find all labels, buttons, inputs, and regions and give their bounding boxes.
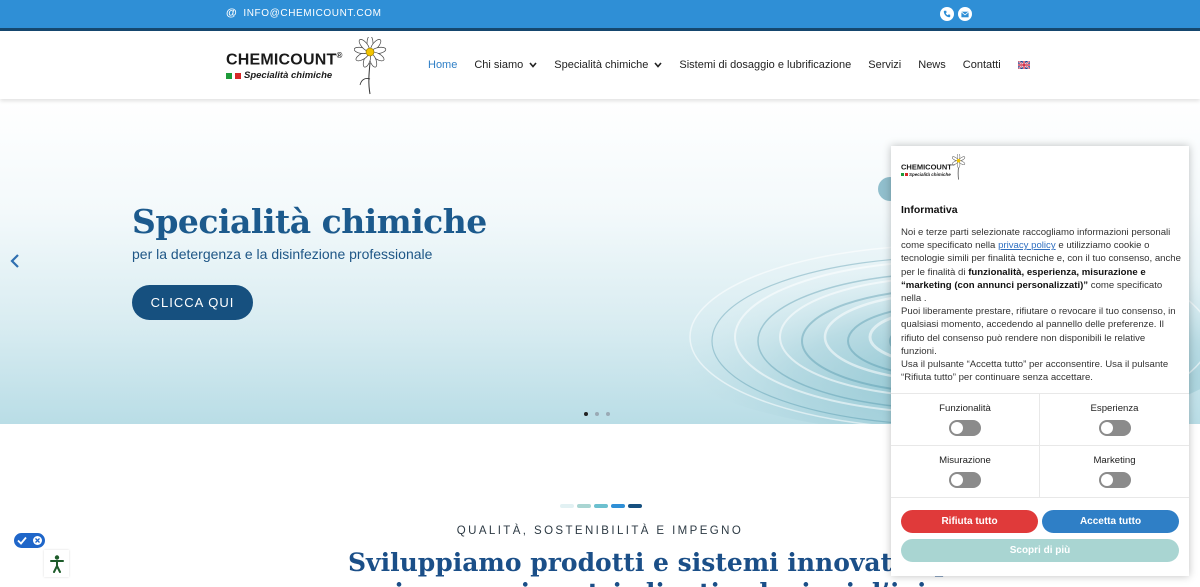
esperienza-switch[interactable] <box>1098 420 1131 436</box>
hero-cta-button[interactable]: CLICCA QUI <box>132 285 253 320</box>
contact-email[interactable]: INFO@CHEMICOUNT.COM <box>243 8 381 19</box>
privacy-policy-link[interactable]: privacy policy <box>998 240 1056 251</box>
flag-red-square <box>235 72 241 79</box>
cookie-heading: Informativa <box>901 204 958 216</box>
cookie-logo-name: CHEMICOUNT® <box>901 162 955 172</box>
pref-funzionalita: Funzionalità <box>891 394 1040 446</box>
nav-sistemi-dosaggio[interactable]: Sistemi di dosaggio e lubrificazione <box>679 59 851 71</box>
decor-bar <box>628 504 642 508</box>
nav-home[interactable]: Home <box>428 59 457 71</box>
pref-misurazione: Misurazione <box>891 446 1040 498</box>
contact-email-link[interactable]: @ INFO@CHEMICOUNT.COM <box>226 7 382 19</box>
uk-flag-icon[interactable] <box>1017 61 1030 69</box>
pref-esperienza: Esperienza <box>1040 394 1189 446</box>
top-bar: @ INFO@CHEMICOUNT.COM <box>0 0 1200 28</box>
flag-green-square <box>901 173 904 176</box>
learn-more-button[interactable]: Scopri di più <box>901 539 1179 562</box>
decorative-bars <box>560 504 642 508</box>
slider-prev-arrow[interactable] <box>9 253 21 274</box>
decor-bar <box>594 504 608 508</box>
slider-dot[interactable] <box>584 412 588 416</box>
nav-contatti[interactable]: Contatti <box>963 59 1001 71</box>
slider-pagination <box>584 412 610 416</box>
daisy-flower-icon <box>952 154 966 180</box>
daisy-flower-icon <box>354 37 387 95</box>
nav-chi-siamo[interactable]: Chi siamo <box>474 59 537 71</box>
accessibility-toggle[interactable] <box>14 533 45 548</box>
pref-marketing: Marketing <box>1040 446 1189 498</box>
cookie-text: Noi e terze parti selezionate raccogliam… <box>901 226 1183 384</box>
cookie-paragraph-3: Usa il pulsante “Accetta tutto” per acco… <box>901 359 1169 384</box>
check-icon <box>17 536 27 545</box>
accept-all-button[interactable]: Accetta tutto <box>1042 510 1179 533</box>
hero-subtitle: per la detergenza e la disinfezione prof… <box>132 246 433 262</box>
chevron-left-icon <box>10 254 19 268</box>
site-header: CHEMICOUNT® Specialità chimiche Home Chi… <box>0 31 1200 99</box>
logo-name: CHEMICOUNT® <box>226 51 343 69</box>
section-title-line2: assicurare ai nostri clienti soluzioni d… <box>350 578 977 587</box>
cookie-logo-tagline: Specialità chimiche <box>901 172 951 177</box>
hero-title: Specialità chimiche <box>132 202 487 241</box>
top-contact-icons <box>940 7 972 21</box>
chevron-down-icon <box>529 62 537 68</box>
slider-dot[interactable] <box>595 412 599 416</box>
cookie-paragraph-1: Noi e terze parti selezionate raccogliam… <box>901 227 1181 305</box>
section-title: Sviluppiamo prodotti e sistemi innovativ… <box>348 548 981 577</box>
cookie-paragraph-2: Puoi liberamente prestare, rifiutare o r… <box>901 306 1176 357</box>
accessibility-button[interactable] <box>44 550 69 577</box>
nav-news[interactable]: News <box>918 59 946 71</box>
decor-bar <box>560 504 574 508</box>
flag-red-square <box>905 173 908 176</box>
chevron-down-icon <box>654 62 663 68</box>
slider-dot[interactable] <box>606 412 610 416</box>
marketing-switch[interactable] <box>1098 472 1131 488</box>
cookie-logo: CHEMICOUNT® Specialità chimiche <box>901 154 971 180</box>
nav-specialita-chimiche[interactable]: Specialità chimiche <box>554 59 663 71</box>
mail-icon[interactable] <box>958 7 972 21</box>
logo-tagline: Specialità chimiche <box>226 70 332 81</box>
decor-bar <box>577 504 591 508</box>
flag-green-square <box>226 72 232 79</box>
accessibility-person-icon <box>49 554 64 573</box>
cookie-consent-panel: CHEMICOUNT® Specialità chimiche Informat… <box>891 146 1189 576</box>
site-logo[interactable]: CHEMICOUNT® Specialità chimiche <box>226 37 388 95</box>
phone-icon[interactable] <box>940 7 954 21</box>
cookie-preferences-grid: Funzionalità Esperienza Misurazione Mark… <box>891 393 1189 498</box>
nav-servizi[interactable]: Servizi <box>868 59 901 71</box>
funzionalita-switch[interactable] <box>949 420 981 436</box>
at-icon: @ <box>226 7 238 19</box>
close-icon <box>33 536 42 545</box>
main-nav: Home Chi siamo Specialità chimiche Siste… <box>428 59 1030 71</box>
misurazione-switch[interactable] <box>949 472 981 488</box>
decor-bar <box>611 504 625 508</box>
reject-all-button[interactable]: Rifiuta tutto <box>901 510 1038 533</box>
